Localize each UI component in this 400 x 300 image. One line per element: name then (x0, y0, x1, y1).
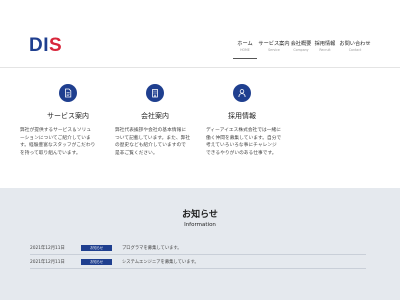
nav-sublabel: Company (293, 48, 309, 52)
person-icon[interactable] (233, 84, 251, 102)
news-item[interactable]: 2021年12月11日 お知らせ システムエンジニアを募集しています。 (30, 258, 366, 270)
news-category-badge: お知らせ (81, 259, 112, 265)
logo-text-di: DI (29, 35, 49, 56)
nav-item-home[interactable]: ホーム HOME (233, 41, 257, 61)
description-line: ディーアイエス株式会社では一緒に (206, 128, 282, 133)
description-line: を持って取り組んでいます。 (20, 150, 81, 156)
nav-label: 会社概要 (290, 41, 312, 47)
site-logo[interactable]: DIS (29, 36, 62, 56)
nav-label: お問い合わせ (339, 41, 371, 47)
news-title: お知らせ (182, 210, 218, 220)
description-line: の歴史なども紹介していますので (115, 143, 186, 149)
service-title[interactable]: 会社案内 (110, 111, 200, 121)
service-description: ディーアイエス株式会社では一緒に 働く仲間を募集しています。自分で 考えていろい… (206, 127, 302, 157)
news-item-link[interactable]: システムエンジニアを募集しています。 (122, 259, 199, 265)
service-description: 弊社代表挨拶や会社の基本情報に ついて記載しています。また、弊社 の歴史なども紹… (115, 127, 211, 157)
document-icon[interactable] (59, 84, 77, 102)
logo-text-s: S (49, 35, 63, 56)
nav-label: 採用情報 (314, 41, 336, 47)
news-category-badge: お知らせ (81, 245, 112, 251)
description-line: 働く仲間を募集しています。自分で (206, 135, 282, 141)
nav-label: サービス案内 (258, 41, 290, 47)
description-line: 弊社が提供するサービス＆ソリュ (20, 128, 92, 133)
description-line: 是非ご覧ください。 (115, 150, 158, 156)
service-title[interactable]: サービス案内 (23, 111, 113, 121)
service-title[interactable]: 採用情報 (197, 111, 287, 121)
description-line: できるやりがいのある仕事です。 (206, 150, 277, 156)
news-date: 2021年12月11日 (30, 246, 65, 251)
nav-sublabel: Recruit (319, 48, 331, 52)
nav-sublabel: Service (268, 48, 280, 52)
nav-label: ホーム (237, 41, 253, 47)
header-divider (0, 67, 400, 68)
nav-item-contact[interactable]: お問い合わせ Contact (339, 41, 371, 61)
nav-item-recruit[interactable]: 採用情報 Recruit (314, 41, 336, 61)
nav-sublabel: HOME (240, 48, 250, 52)
news-subtitle: Information (184, 222, 216, 228)
description-line: す。経験豊富なスタッフがこだわり (20, 143, 96, 149)
site-header: DIS ホーム HOME サービス案内 Service 会社概要 Company… (0, 0, 400, 62)
nav-item-service[interactable]: サービス案内 Service (258, 41, 290, 61)
news-divider (30, 268, 366, 269)
nav-sublabel: Contact (348, 48, 362, 52)
news-item-link[interactable]: プログラマを募集しています。 (122, 245, 182, 251)
description-line: 考えていろいろな事にチャレンジ (206, 143, 277, 149)
news-divider (30, 254, 366, 255)
service-description: 弊社が提供するサービス＆ソリュ ーションについてご紹介していま す。経験豊富なス… (20, 127, 116, 157)
description-line: ーションについてご紹介していま (20, 135, 91, 141)
news-item[interactable]: 2021年12月11日 お知らせ プログラマを募集しています。 (30, 244, 366, 256)
building-icon[interactable] (146, 84, 164, 102)
news-date: 2021年12月11日 (30, 260, 65, 265)
description-line: ついて記載しています。また、弊社 (115, 135, 191, 141)
nav-item-company[interactable]: 会社概要 Company (290, 41, 312, 61)
description-line: 弊社代表挨拶や会社の基本情報に (115, 128, 187, 133)
